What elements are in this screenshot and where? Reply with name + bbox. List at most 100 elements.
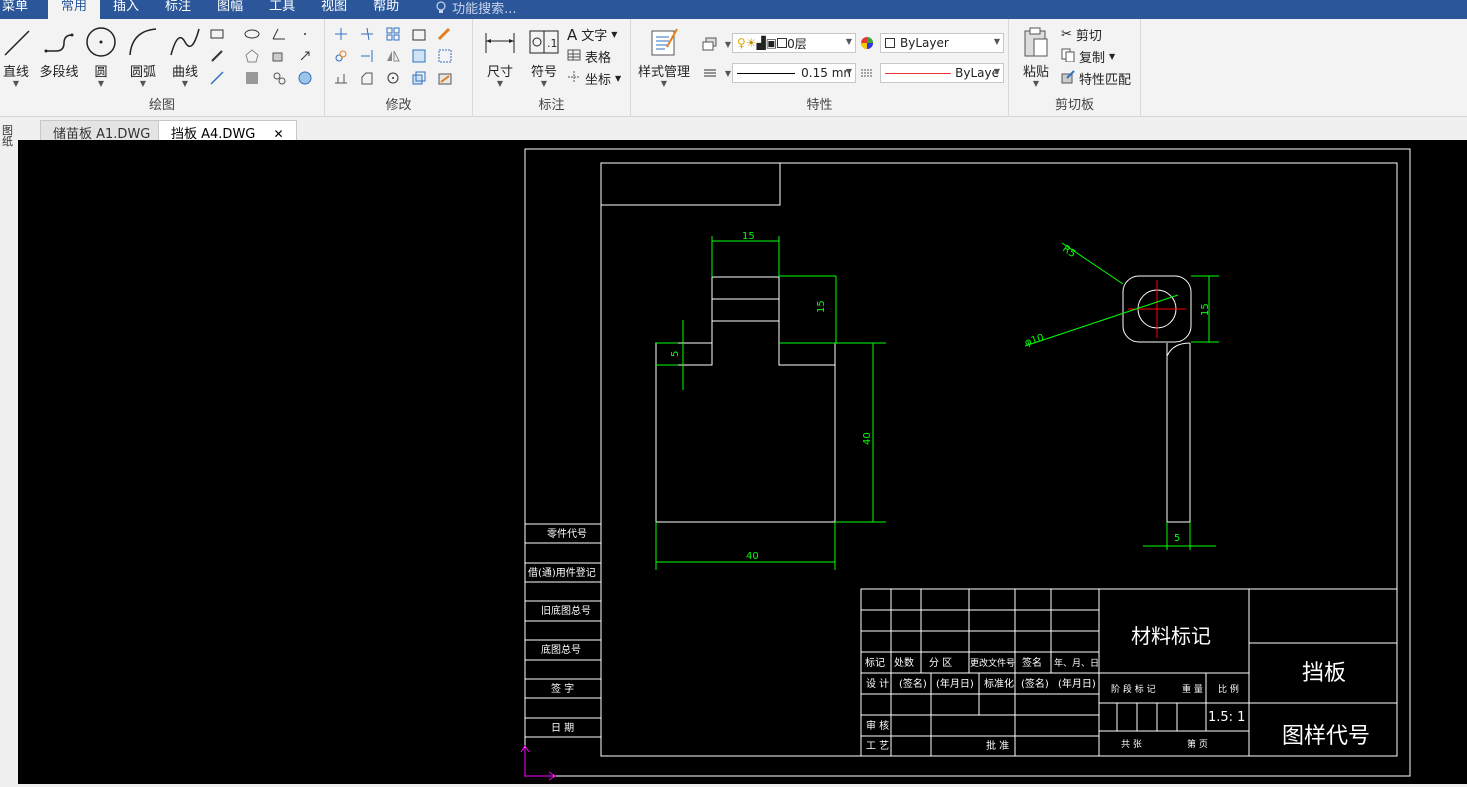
- group-properties: 样式管理 ▼ ▼ ♀ ☀ ▟ ▣ 0层 ▼ ByLayer ▼ ▼ 0.15 m…: [631, 19, 1009, 117]
- ellipse-icon[interactable]: [243, 25, 261, 43]
- cut-button[interactable]: ✂ 剪切: [1061, 25, 1102, 44]
- stretch-icon[interactable]: [436, 47, 454, 65]
- dim-side-height: 15: [1200, 303, 1211, 316]
- copy-object-icon[interactable]: [332, 47, 350, 65]
- line-icon: [0, 25, 34, 59]
- group-modify-title: 修改: [385, 98, 412, 113]
- drawing-number: 图样代号: [1282, 724, 1370, 749]
- sun-icon: ☀: [745, 36, 757, 50]
- dimension-texts: 15 15 5 40 40 R5 φ10 15 5: [670, 231, 1211, 562]
- menu-item-tools[interactable]: 工具: [256, 0, 308, 19]
- mirror-icon[interactable]: [384, 47, 402, 65]
- text-icon: A: [567, 25, 578, 44]
- coordinate-button[interactable]: 坐标 ▼: [567, 69, 621, 88]
- table-icon: [567, 49, 581, 65]
- region-icon[interactable]: [270, 69, 288, 87]
- linetype-select[interactable]: ByLaye ▼: [880, 63, 1004, 83]
- bulb-icon: ♀: [737, 36, 746, 50]
- line-button[interactable]: 直线 ▼: [0, 25, 32, 88]
- symbol-label: 符号: [530, 65, 557, 80]
- array-icon[interactable]: [384, 25, 402, 43]
- edit-pencil-icon[interactable]: [436, 25, 454, 43]
- side-table-part-code: 零件代号: [547, 528, 587, 540]
- menu-item-sheet[interactable]: 图幅: [204, 0, 256, 19]
- dimension-label: 尺寸: [486, 65, 513, 80]
- tab-baffle[interactable]: 挡板 A4.DWG ✕: [158, 120, 297, 142]
- polyline-button[interactable]: 多段线: [36, 25, 82, 80]
- trim-icon[interactable]: [358, 25, 376, 43]
- header-mark: 标记: [865, 657, 885, 669]
- side-table-date: 日 期: [551, 722, 574, 734]
- menu-item-annotate[interactable]: 标注: [152, 0, 204, 19]
- side-table-texts: 零件代号 借(通)用件登记 旧底图总号 底图总号 签 字 日 期: [528, 528, 596, 734]
- lineweight-icon[interactable]: [701, 64, 719, 82]
- extend-icon[interactable]: [358, 47, 376, 65]
- linetype-sample: [885, 72, 952, 74]
- angle-icon[interactable]: [270, 25, 288, 43]
- ribbon: 直线 ▼ 多段线 圆 ▼ 圆弧 ▼ 曲线 ▼ 绘图 修改 尺寸 ▼ .1 符号 …: [0, 19, 1467, 117]
- linetype-name: ByLaye: [955, 66, 999, 80]
- circle-button[interactable]: 圆 ▼: [84, 25, 118, 88]
- printer-icon: ▣: [765, 36, 778, 50]
- paste-button[interactable]: 粘贴 ▼: [1015, 25, 1057, 88]
- symbol-button[interactable]: .1 符号 ▼: [525, 25, 563, 88]
- match-properties-button[interactable]: 特性匹配: [1061, 69, 1131, 88]
- style-manager-label: 样式管理: [637, 65, 690, 80]
- linetype-icon[interactable]: [858, 64, 876, 82]
- table-button[interactable]: 表格: [567, 47, 611, 66]
- rotate-icon[interactable]: [384, 69, 402, 87]
- hatch-icon[interactable]: [243, 69, 261, 87]
- menu-item-home[interactable]: 常用: [48, 0, 101, 19]
- match-properties-icon: [1061, 69, 1075, 88]
- header-signature: 签名: [1022, 656, 1042, 669]
- text-button[interactable]: A 文字 ▼: [567, 25, 617, 45]
- properties-edit-icon[interactable]: [436, 69, 454, 87]
- dim-body-width: 40: [746, 551, 759, 562]
- scale-icon[interactable]: [410, 47, 428, 65]
- arrow-icon[interactable]: [296, 47, 314, 65]
- line-label: 直线: [2, 65, 29, 80]
- layer-manager-icon[interactable]: [701, 35, 719, 53]
- sphere-icon[interactable]: [296, 69, 314, 87]
- explode-icon[interactable]: [332, 69, 350, 87]
- color-select[interactable]: ByLayer ▼: [880, 33, 1004, 53]
- group-clipboard: 粘贴 ▼ ✂ 剪切 复制 ▼ 特性匹配 剪切板: [1009, 19, 1141, 117]
- menu-item-main[interactable]: 菜单: [0, 0, 48, 19]
- chamfer-icon[interactable]: [358, 69, 376, 87]
- group-object-icon[interactable]: [410, 69, 428, 87]
- left-side-panel: 图纸: [0, 117, 18, 787]
- copy-button[interactable]: 复制 ▼: [1061, 47, 1115, 66]
- tab-seedling-board[interactable]: 储苗板 A1.DWG: [40, 120, 164, 142]
- feature-search[interactable]: 功能搜索...: [412, 0, 517, 19]
- rectangle-icon[interactable]: [208, 25, 226, 43]
- top-left-box: [600, 162, 781, 206]
- layer-select[interactable]: ♀ ☀ ▟ ▣ 0层 ▼: [732, 33, 856, 53]
- drawing-panel-tab[interactable]: 图纸: [2, 125, 14, 147]
- pen-icon[interactable]: [208, 47, 226, 65]
- polygon-icon[interactable]: [243, 47, 261, 65]
- polyline-icon: [42, 25, 76, 59]
- dimension-lines: [655, 236, 1219, 570]
- menu-item-insert[interactable]: 插入: [100, 0, 152, 19]
- offset-icon[interactable]: [410, 25, 428, 43]
- color-wheel-icon[interactable]: [858, 34, 876, 52]
- layer-name: 0层: [787, 36, 807, 51]
- move-icon[interactable]: [332, 25, 350, 43]
- menu-item-view[interactable]: 视图: [308, 0, 360, 19]
- close-icon[interactable]: ✕: [274, 127, 284, 141]
- stage-mark-label: 阶 段 标 记: [1111, 683, 1156, 695]
- lineweight-sample: [737, 72, 796, 74]
- dim-radius: R5: [1060, 243, 1077, 260]
- dimension-button[interactable]: 尺寸 ▼: [481, 25, 519, 88]
- drawing-canvas[interactable]: 15 15 5 40 40 R5 φ10 15 5 零件代号 借(通)用件登记 …: [18, 140, 1467, 787]
- curve-label: 曲线: [171, 65, 198, 80]
- lineweight-select[interactable]: 0.15 mn ▼: [732, 63, 856, 83]
- style-manager-icon: [647, 25, 681, 59]
- xline-icon[interactable]: [208, 69, 226, 87]
- block-icon[interactable]: [270, 47, 288, 65]
- point-icon[interactable]: [296, 25, 314, 43]
- style-manager-button[interactable]: 样式管理 ▼: [637, 25, 691, 88]
- arc-button[interactable]: 圆弧 ▼: [124, 25, 162, 88]
- menu-item-help[interactable]: 帮助: [360, 0, 412, 19]
- curve-button[interactable]: 曲线 ▼: [166, 25, 204, 88]
